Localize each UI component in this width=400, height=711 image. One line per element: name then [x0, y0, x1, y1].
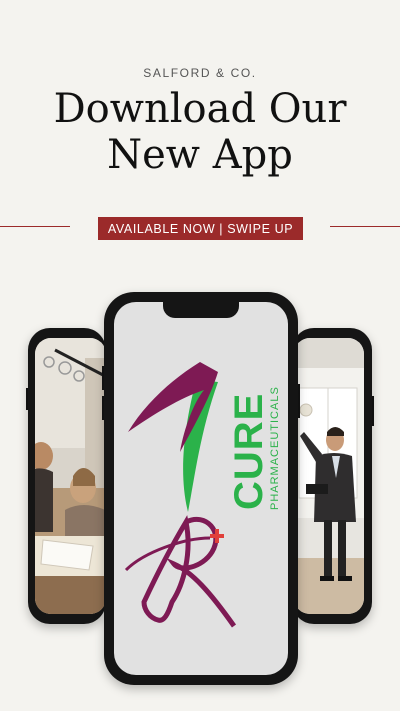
phone-right-screen [294, 338, 364, 614]
phone-left-screen [35, 338, 106, 614]
headline: Download Our New App [0, 86, 400, 178]
brand-name: SALFORD & CO. [143, 66, 257, 80]
power-button [298, 384, 300, 418]
headline-line-1: Download Our [53, 86, 347, 132]
logo-word: CURE [227, 393, 271, 510]
side-button [102, 396, 104, 420]
side-button [372, 396, 374, 426]
phone-left [26, 328, 106, 624]
logo-sub: PHARMACEUTICALS [269, 386, 281, 510]
app-splash-screen: CURE PHARMACEUTICALS [114, 302, 288, 675]
phone-right [292, 328, 374, 624]
phone-main: CURE PHARMACEUTICALS [102, 292, 300, 685]
divider-right [330, 226, 400, 227]
presenter-photo [294, 338, 364, 614]
side-button [102, 366, 104, 390]
headline-line-2: New App [107, 132, 293, 178]
side-button [26, 388, 28, 410]
available-now-badge[interactable]: AVAILABLE NOW | SWIPE UP [98, 217, 303, 240]
divider-left [0, 226, 70, 227]
phone-notch [163, 302, 239, 318]
cure-pharmaceuticals-logo: CURE PHARMACEUTICALS [124, 362, 281, 628]
meeting-photo [35, 338, 106, 614]
